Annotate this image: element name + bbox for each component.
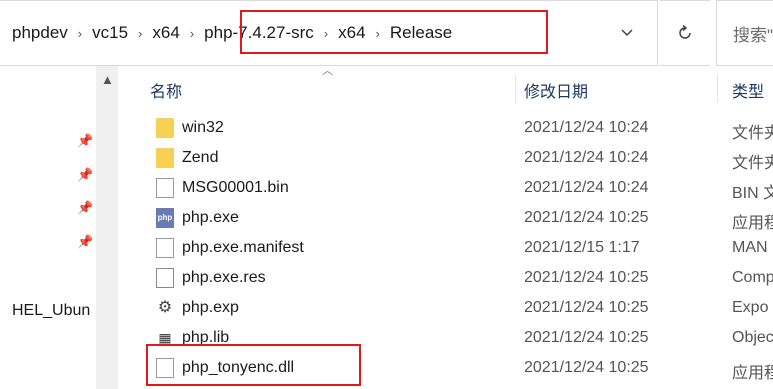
file-name: php.exp: [182, 299, 239, 316]
file-type: 文件夹: [732, 155, 773, 172]
breadcrumb-separator[interactable]: ›: [320, 26, 332, 41]
file-icon: [156, 238, 174, 258]
file-type: Comp: [732, 269, 773, 286]
file-date: 2021/12/24 10:25: [524, 359, 649, 376]
column-type[interactable]: 类型: [732, 78, 764, 102]
file-row-res[interactable]: php.exe.res 2021/12/24 10:25 Comp: [120, 263, 773, 293]
file-date: 2021/12/24 10:25: [524, 299, 649, 316]
breadcrumb[interactable]: phpdev › vc15 › x64 › php-7.4.27-src › x…: [0, 0, 658, 66]
breadcrumb-x64[interactable]: x64: [146, 23, 185, 43]
pin-icon[interactable]: 📌: [77, 200, 93, 215]
file-date: 2021/12/24 10:24: [524, 149, 649, 166]
file-date: 2021/12/24 10:25: [524, 209, 649, 226]
file-date: 2021/12/24 10:25: [524, 329, 649, 346]
export-file-icon: ⚙: [157, 299, 173, 316]
file-row-php-exe[interactable]: php php.exe 2021/12/24 10:25 应用程: [120, 203, 773, 233]
file-row-msg[interactable]: MSG00001.bin 2021/12/24 10:24 BIN 文: [120, 173, 773, 203]
breadcrumb-separator[interactable]: ›: [186, 26, 198, 41]
refresh-button[interactable]: [660, 0, 710, 66]
file-name: php.exe.manifest: [182, 239, 304, 256]
file-type: 文件夹: [732, 125, 773, 142]
file-type: 应用程: [732, 365, 773, 382]
nav-item-hel-ubun[interactable]: HEL_Ubun: [12, 302, 90, 320]
php-exe-icon: php: [156, 208, 174, 228]
file-date: 2021/12/24 10:24: [524, 179, 649, 196]
file-row-win32[interactable]: win32 2021/12/24 10:24 文件夹: [120, 113, 773, 143]
file-name: php.exe.res: [182, 269, 266, 286]
file-type: Expo: [732, 299, 769, 316]
file-type: BIN 文: [732, 185, 773, 202]
refresh-icon: [679, 24, 691, 39]
folder-icon: [156, 148, 174, 168]
file-name: php_tonyenc.dll: [182, 359, 295, 376]
resource-file-icon: [156, 268, 174, 288]
file-row-dll[interactable]: php_tonyenc.dll 2021/12/24 10:25 应用程: [120, 353, 773, 383]
breadcrumb-separator[interactable]: ›: [74, 26, 86, 41]
file-date: 2021/12/15 1:17: [524, 239, 640, 256]
file-name: php.exe: [182, 209, 239, 226]
file-name: win32: [182, 119, 224, 136]
breadcrumb-release[interactable]: Release: [384, 23, 458, 43]
column-name[interactable]: 名称: [150, 78, 182, 102]
breadcrumb-x64-sub[interactable]: x64: [332, 23, 371, 43]
file-row-zend[interactable]: Zend 2021/12/24 10:24 文件夹: [120, 143, 773, 173]
chevron-down-icon[interactable]: [618, 23, 636, 41]
file-name: Zend: [182, 149, 219, 166]
dll-file-icon: [156, 358, 174, 378]
sort-ascending-icon: ︿: [322, 65, 333, 77]
column-divider[interactable]: [717, 75, 718, 103]
breadcrumb-vc15[interactable]: vc15: [86, 23, 134, 43]
column-date[interactable]: 修改日期: [524, 78, 588, 102]
breadcrumb-separator[interactable]: ›: [134, 26, 146, 41]
file-row-lib[interactable]: ▦ php.lib 2021/12/24 10:25 Objec: [120, 323, 773, 353]
breadcrumb-phpdev[interactable]: phpdev: [0, 23, 74, 43]
folder-icon: [156, 118, 174, 138]
file-date: 2021/12/24 10:24: [524, 119, 649, 136]
breadcrumb-php-src[interactable]: php-7.4.27-src: [198, 23, 320, 43]
column-header: 名称 修改日期 类型: [120, 66, 773, 106]
scroll-up-icon[interactable]: ▲: [101, 72, 114, 87]
file-type: MAN: [732, 239, 768, 256]
file-icon: [156, 178, 174, 198]
pin-icon[interactable]: 📌: [77, 167, 93, 182]
pin-icon[interactable]: 📌: [77, 133, 93, 148]
file-row-manifest[interactable]: php.exe.manifest 2021/12/15 1:17 MAN: [120, 233, 773, 263]
library-file-icon: ▦: [158, 330, 172, 346]
file-type: 应用程: [732, 215, 773, 232]
file-type: Objec: [732, 329, 773, 346]
nav-scrollbar[interactable]: [96, 66, 118, 389]
file-date: 2021/12/24 10:25: [524, 269, 649, 286]
file-row-exp[interactable]: ⚙ php.exp 2021/12/24 10:25 Expo: [120, 293, 773, 323]
address-bar: phpdev › vc15 › x64 › php-7.4.27-src › x…: [0, 0, 773, 66]
pin-icon[interactable]: 📌: [77, 234, 93, 249]
file-name: php.lib: [182, 329, 230, 346]
file-name: MSG00001.bin: [182, 179, 289, 196]
column-divider[interactable]: [515, 75, 516, 103]
breadcrumb-separator[interactable]: ›: [372, 26, 384, 41]
search-input[interactable]: 搜索": [716, 0, 773, 66]
